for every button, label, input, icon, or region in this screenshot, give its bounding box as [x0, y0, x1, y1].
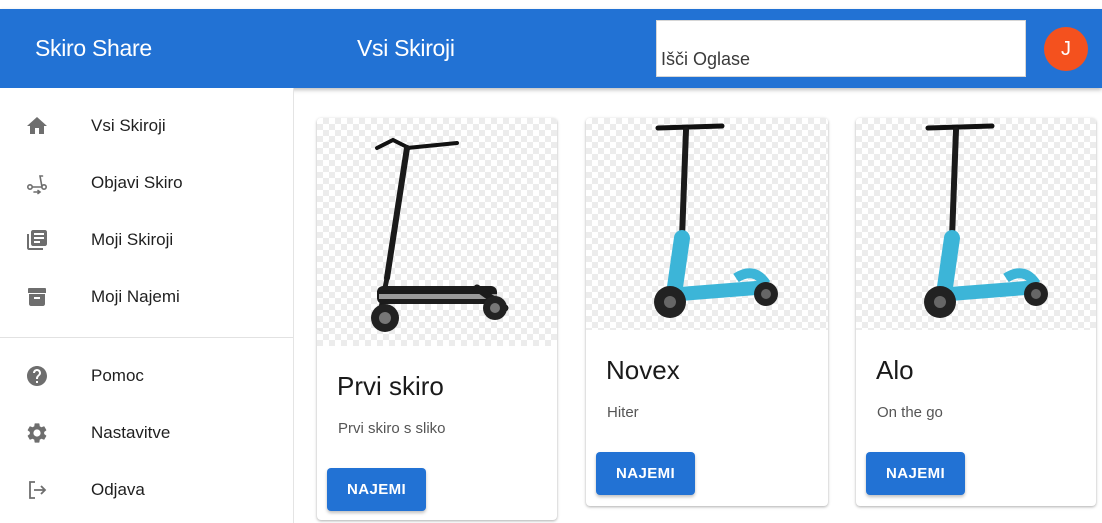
archive-icon [24, 284, 50, 310]
scooter-card: Alo On the go NAJEMI [856, 118, 1096, 506]
help-icon [24, 363, 50, 389]
sidebar-item-label: Pomoc [91, 366, 144, 385]
app-bar: Skiro Share Vsi Skiroji J [0, 9, 1102, 88]
card-description: On the go [877, 404, 943, 421]
sidebar-item-label: Moji Najemi [91, 287, 180, 306]
scooter-illustration [654, 123, 778, 318]
sidebar-item-label: Odjava [91, 480, 145, 499]
scooter-card: Prvi skiro Prvi skiro s sliko NAJEMI [317, 118, 557, 520]
scooter-card: Novex Hiter NAJEMI [586, 118, 828, 506]
library-books-icon [24, 227, 50, 253]
top-strip [0, 0, 1102, 9]
sidebar-item-label: Nastavitve [91, 423, 171, 442]
black-scooter-image [317, 118, 557, 346]
scooter-icon [24, 170, 50, 196]
rent-button[interactable]: NAJEMI [596, 452, 696, 495]
rent-button[interactable]: NAJEMI [866, 452, 966, 495]
scooter-illustration [371, 137, 509, 332]
sidebar-item-pomoc[interactable]: Pomoc [0, 348, 293, 404]
sidebar-item-label: Moji Skiroji [91, 230, 174, 249]
sidebar-item-moji-najemi[interactable]: Moji Najemi [0, 269, 293, 325]
sidebar-item-label: Objavi Skiro [91, 173, 183, 192]
card-description: Prvi skiro s sliko [338, 420, 446, 437]
sidebar-item-vsi-skiroji[interactable]: Vsi Skiroji [0, 98, 293, 154]
scooter-illustration [924, 123, 1048, 318]
card-title: Novex [606, 355, 680, 385]
home-icon [24, 113, 50, 139]
card-description: Hiter [607, 404, 639, 421]
logout-icon [24, 477, 50, 503]
gear-icon [24, 420, 50, 446]
user-avatar[interactable]: J [1044, 27, 1088, 71]
sidebar-item-label: Vsi Skiroji [91, 116, 166, 135]
blue-scooter-image [856, 118, 1096, 330]
app-title[interactable]: Skiro Share [35, 35, 152, 62]
card-title: Alo [876, 355, 914, 385]
sidebar-item-odjava[interactable]: Odjava [0, 462, 293, 518]
sidebar-item-nastavitve[interactable]: Nastavitve [0, 405, 293, 461]
page-title: Vsi Skiroji [357, 35, 455, 61]
card-title: Prvi skiro [337, 371, 444, 401]
sidebar: Vsi Skiroji Objavi Skiro Moji Skiroji Mo… [0, 88, 294, 523]
blue-scooter-image [586, 118, 828, 330]
search-input[interactable] [657, 21, 1025, 76]
sidebar-item-moji-skiroji[interactable]: Moji Skiroji [0, 212, 293, 268]
search-box[interactable] [656, 20, 1026, 77]
rent-button[interactable]: NAJEMI [327, 468, 427, 511]
sidebar-item-objavi-skiro[interactable]: Objavi Skiro [0, 155, 293, 211]
sidebar-divider [0, 337, 293, 338]
